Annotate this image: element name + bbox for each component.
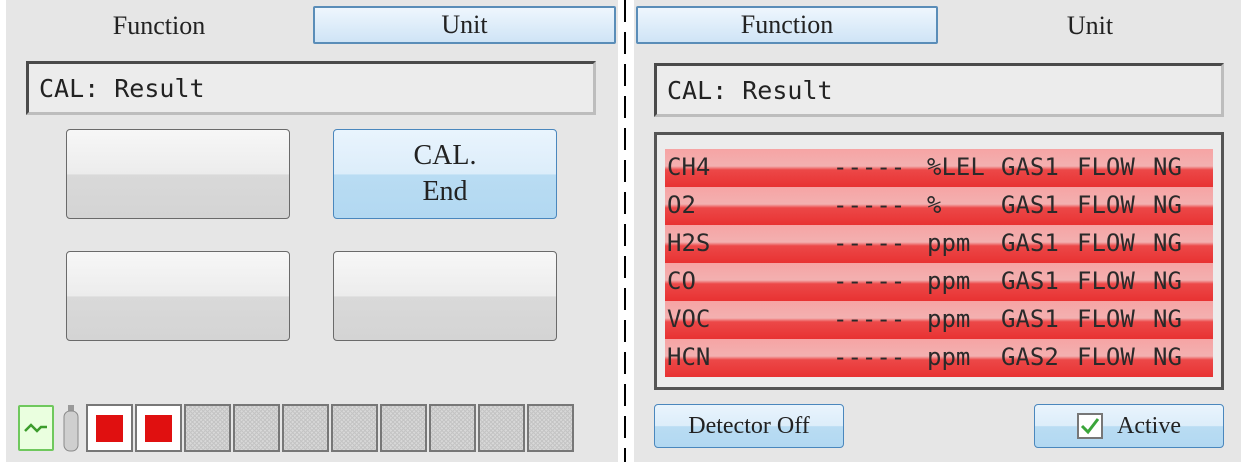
gas-value: ----- xyxy=(833,153,906,181)
screen-title: CAL: Result xyxy=(654,63,1224,117)
tab-unit[interactable]: Unit xyxy=(940,6,1240,46)
flow-label: FLOW xyxy=(1077,267,1135,295)
channel-slot-10 xyxy=(527,404,574,452)
gas-value: ----- xyxy=(833,191,906,219)
gas-channel: GAS1 xyxy=(1001,191,1059,219)
gas-channel: GAS1 xyxy=(1001,153,1059,181)
result-row: O2 ----- % GAS1 FLOW NG xyxy=(665,187,1213,225)
gas-name: CO xyxy=(667,267,696,295)
detector-off-button[interactable]: Detector Off xyxy=(654,404,844,448)
result-status: NG xyxy=(1153,153,1182,181)
gas-value: ----- xyxy=(833,267,906,295)
result-status: NG xyxy=(1153,267,1182,295)
gas-name: VOC xyxy=(667,305,711,333)
flow-label: FLOW xyxy=(1077,191,1135,219)
status-bar xyxy=(18,403,574,453)
result-status: NG xyxy=(1153,305,1182,333)
flow-label: FLOW xyxy=(1077,229,1135,257)
active-label: Active xyxy=(1117,412,1181,439)
tab-function[interactable]: Function xyxy=(636,6,938,44)
result-row: VOC ----- ppm GAS1 FLOW NG xyxy=(665,301,1213,339)
channel-slot-1 xyxy=(86,404,133,452)
result-row: HCN ----- ppm GAS2 FLOW NG xyxy=(665,339,1213,377)
result-row: H2S ----- ppm GAS1 FLOW NG xyxy=(665,225,1213,263)
gas-channel: GAS1 xyxy=(1001,229,1059,257)
gas-name: H2S xyxy=(667,229,711,257)
gas-unit: ppm xyxy=(927,305,971,333)
channel-slot-5 xyxy=(282,404,329,452)
function-button-3[interactable] xyxy=(66,251,290,341)
channel-active-indicator xyxy=(145,414,172,442)
channel-slot-8 xyxy=(429,404,476,452)
gas-unit: ppm xyxy=(927,267,971,295)
channel-slot-3 xyxy=(184,404,231,452)
cal-end-button[interactable]: CAL. End xyxy=(333,129,557,219)
result-status: NG xyxy=(1153,343,1182,371)
gas-unit: ppm xyxy=(927,229,971,257)
function-button-4[interactable] xyxy=(333,251,557,341)
calibration-results-list: CH4 ----- %LEL GAS1 FLOW NG O2 ----- % G… xyxy=(654,132,1224,390)
channel-slot-9 xyxy=(478,404,525,452)
check-icon xyxy=(1080,418,1100,435)
gas-name: HCN xyxy=(667,343,711,371)
panel-divider xyxy=(624,0,626,462)
channel-slot-2 xyxy=(135,404,182,452)
result-row: CO ----- ppm GAS1 FLOW NG xyxy=(665,263,1213,301)
gas-bottle-icon xyxy=(62,404,80,452)
result-status: NG xyxy=(1153,191,1182,219)
gas-channel: GAS2 xyxy=(1001,343,1059,371)
result-row: CH4 ----- %LEL GAS1 FLOW NG xyxy=(665,149,1213,187)
function-panel: Function Unit CAL: Result CAL. End xyxy=(6,0,618,462)
flow-label: FLOW xyxy=(1077,305,1135,333)
gas-channel: GAS1 xyxy=(1001,267,1059,295)
sd-card-icon xyxy=(18,405,54,451)
unit-panel: Function Unit CAL: Result CH4 ----- %LEL… xyxy=(634,0,1241,462)
tab-unit[interactable]: Unit xyxy=(313,6,616,44)
flow-label: FLOW xyxy=(1077,153,1135,181)
tab-function[interactable]: Function xyxy=(6,6,312,46)
channel-active-indicator xyxy=(96,414,123,442)
flow-label: FLOW xyxy=(1077,343,1135,371)
channel-slot-6 xyxy=(331,404,378,452)
screen-title: CAL: Result xyxy=(26,61,596,115)
cal-end-label-line2: End xyxy=(422,176,468,207)
function-button-1[interactable] xyxy=(66,129,290,219)
channel-slot-4 xyxy=(233,404,280,452)
gas-value: ----- xyxy=(833,343,906,371)
gas-value: ----- xyxy=(833,229,906,257)
channel-slot-7 xyxy=(380,404,427,452)
gas-name: O2 xyxy=(667,191,696,219)
gas-value: ----- xyxy=(833,305,906,333)
result-status: NG xyxy=(1153,229,1182,257)
active-toggle-button[interactable]: Active xyxy=(1034,404,1224,448)
cal-end-label-line1: CAL. xyxy=(413,140,477,171)
gas-unit: ppm xyxy=(927,343,971,371)
gas-unit: % xyxy=(927,191,942,219)
gas-name: CH4 xyxy=(667,153,711,181)
checkbox[interactable] xyxy=(1077,413,1103,439)
gas-channel: GAS1 xyxy=(1001,305,1059,333)
gas-unit: %LEL xyxy=(927,153,985,181)
